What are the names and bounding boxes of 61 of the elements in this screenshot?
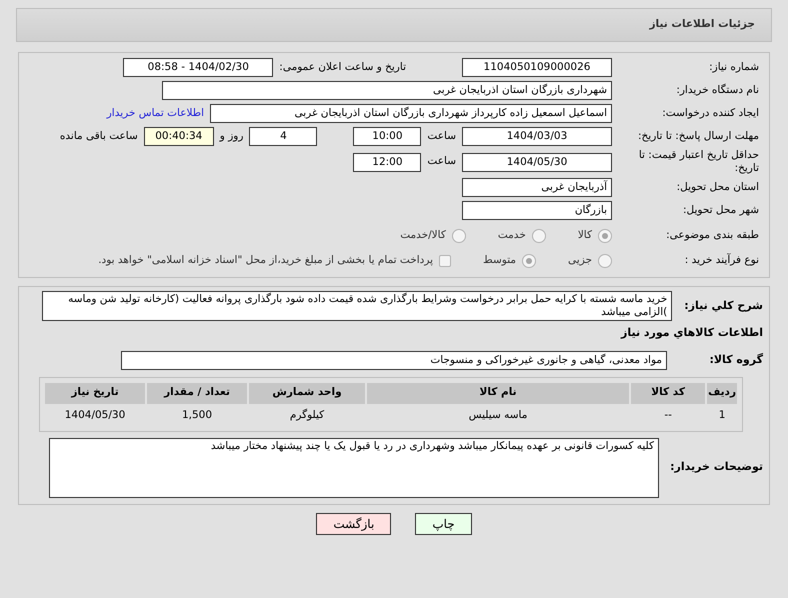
column-header: تعداد / مقدار: [147, 382, 247, 404]
field-label: شهر محل تحویل:: [682, 204, 760, 217]
radio-button[interactable]: [598, 254, 612, 268]
radio-button[interactable]: [598, 228, 612, 242]
province-field: آذربایجان غربی: [462, 178, 612, 197]
radio-label: جزیی: [568, 252, 592, 268]
date-field: 1404/05/30: [462, 152, 612, 172]
field-label: تاریخ و ساعت اعلان عمومی:: [279, 60, 406, 75]
remaining-time-field: 00:40:34: [144, 127, 214, 146]
radio-label: کالا: [578, 228, 592, 243]
date-field: 1404/03/03: [462, 127, 612, 146]
announce-date-field: 1404/02/30 - 08:58: [123, 58, 274, 77]
need-number-field: 1104050109000026: [462, 58, 612, 77]
field-label: ایجاد کننده درخواست:: [661, 107, 760, 120]
column-header: نام کالا: [367, 382, 630, 404]
field-label: روز و: [220, 128, 244, 144]
radio-button[interactable]: [532, 228, 546, 242]
radio-button[interactable]: [522, 254, 536, 268]
table-cell-text: 1,500: [180, 408, 214, 423]
goods-group-field: مواد معدنی، گیاهی و جانوری غیرخوراکی و منسوجات: [121, 350, 667, 370]
print-button[interactable]: چاپ: [415, 512, 472, 534]
description-field: خرید ماسه شسته با کرایه حمل برابر درخواست وشرایط بارگذاری شده قیمت داده شود بارگذاری پروانه فعالیت (کارخانه تولید شن وماسه )الزامی میباشد: [42, 291, 672, 321]
city-field: بازرگان: [462, 201, 612, 220]
table-cell-text: --: [663, 408, 673, 423]
field-label: گروه کالا:: [708, 352, 763, 368]
back-button[interactable]: بازگشت: [316, 512, 392, 534]
table-cell-text: 1404/05/30: [64, 408, 126, 423]
time-field: 10:00: [353, 127, 422, 146]
table-cell-text: ماسه سیلیس: [468, 408, 528, 423]
checkbox-label: پرداخت تمام یا بخشی از مبلغ خرید،از محل "اسناد خزانه اسلامی" خواهد بود.: [98, 252, 434, 268]
radio-button[interactable]: [452, 228, 466, 242]
table-cell-text: 1: [718, 408, 726, 423]
column-header: تاریخ نیاز: [45, 382, 145, 404]
field-label: مهلت ارسال پاسخ: تا تاریخ:: [636, 130, 760, 143]
buyer-org-field: شهرداری بازرگان استان اذربایجان غربی: [162, 81, 612, 100]
field-label: نوع فرآیند خرید :: [684, 254, 760, 267]
radio-label: متوسط: [483, 252, 516, 268]
field-label: ساعت: [427, 154, 456, 170]
field-label: نام دستگاه خریدار:: [675, 84, 760, 97]
page-title: جزئیات اطلاعات نیاز: [650, 17, 755, 32]
contact-info-link[interactable]: اطلاعات تماس خریدار: [106, 106, 204, 122]
field-label: طبقه بندی موضوعی:: [665, 229, 760, 242]
column-header: ردیف: [707, 382, 737, 404]
checkbox[interactable]: [439, 254, 452, 266]
radio-label: خدمت: [498, 228, 526, 243]
field-label: ساعت باقی مانده: [60, 128, 138, 144]
requester-field: اسماعیل اسمعیل زاده کارپرداز شهرداری بازرگان استان اذربایجان غربی: [210, 104, 612, 123]
field-label: حداقل تاریخ اعتبار قیمت: تا تاریخ:: [638, 149, 760, 175]
section-heading: اطلاعات کالاهاي مورد نياز: [620, 325, 763, 341]
column-header: کد کالا: [631, 382, 706, 404]
field-label: توضیحات خریدار:: [673, 459, 763, 476]
field-label: شماره نیاز:: [708, 61, 760, 74]
column-header: واحد شمارش: [249, 382, 365, 404]
buyer-notes-field: کلیه کسورات قانونی بر عهده پیمانکار میباشد وشهرداری در رد یا قبول یک یا چند پیشنهاد مختار میباشد: [49, 438, 659, 498]
table-cell-text: کیلوگرم: [288, 408, 326, 423]
field-label: شرح کلي نیاز:: [684, 298, 763, 314]
time-field: 12:00: [353, 152, 422, 172]
radio-label: کالا/خدمت: [400, 228, 446, 243]
field-label: ساعت: [427, 128, 456, 144]
field-label: استان محل تحویل:: [676, 181, 760, 194]
days-field: 4: [249, 127, 318, 146]
